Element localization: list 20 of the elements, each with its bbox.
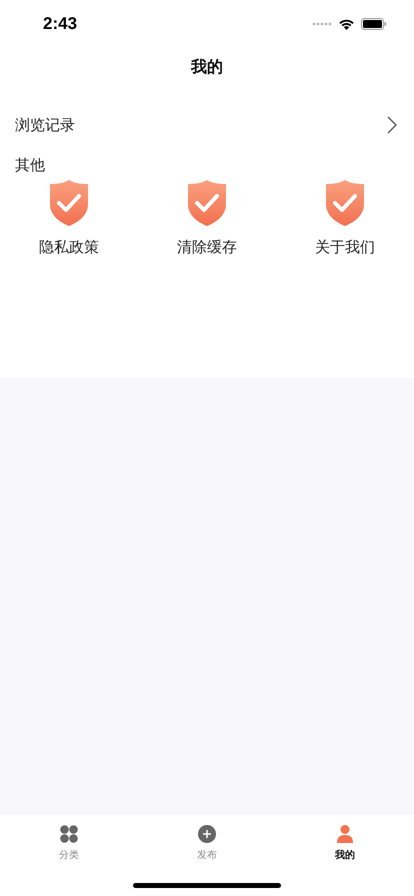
shield-check-icon[interactable] bbox=[326, 180, 364, 226]
status-time: 2:43 bbox=[43, 14, 78, 34]
clover-icon bbox=[60, 825, 78, 843]
shortcut-label[interactable]: 清除缓存 bbox=[177, 238, 237, 257]
section-title: 其他 bbox=[15, 155, 45, 176]
battery-icon bbox=[361, 18, 387, 30]
shortcut-label[interactable]: 关于我们 bbox=[315, 238, 375, 257]
page-title: 我的 bbox=[191, 56, 223, 78]
chevron-right-icon bbox=[387, 116, 397, 134]
tab[interactable]: 我的 bbox=[331, 825, 359, 862]
person-icon bbox=[337, 825, 353, 843]
tab[interactable]: 分类 bbox=[55, 825, 83, 862]
plus-circle-icon bbox=[198, 825, 216, 843]
tab[interactable]: 发布 bbox=[193, 825, 221, 862]
shield-check-icon[interactable] bbox=[188, 180, 226, 226]
signal-icon bbox=[312, 22, 332, 26]
menu-row[interactable]: 浏览记录 bbox=[0, 102, 414, 148]
shield-check-icon[interactable] bbox=[50, 180, 88, 226]
wifi-icon bbox=[338, 18, 355, 30]
shortcut-label[interactable]: 隐私政策 bbox=[39, 238, 99, 257]
